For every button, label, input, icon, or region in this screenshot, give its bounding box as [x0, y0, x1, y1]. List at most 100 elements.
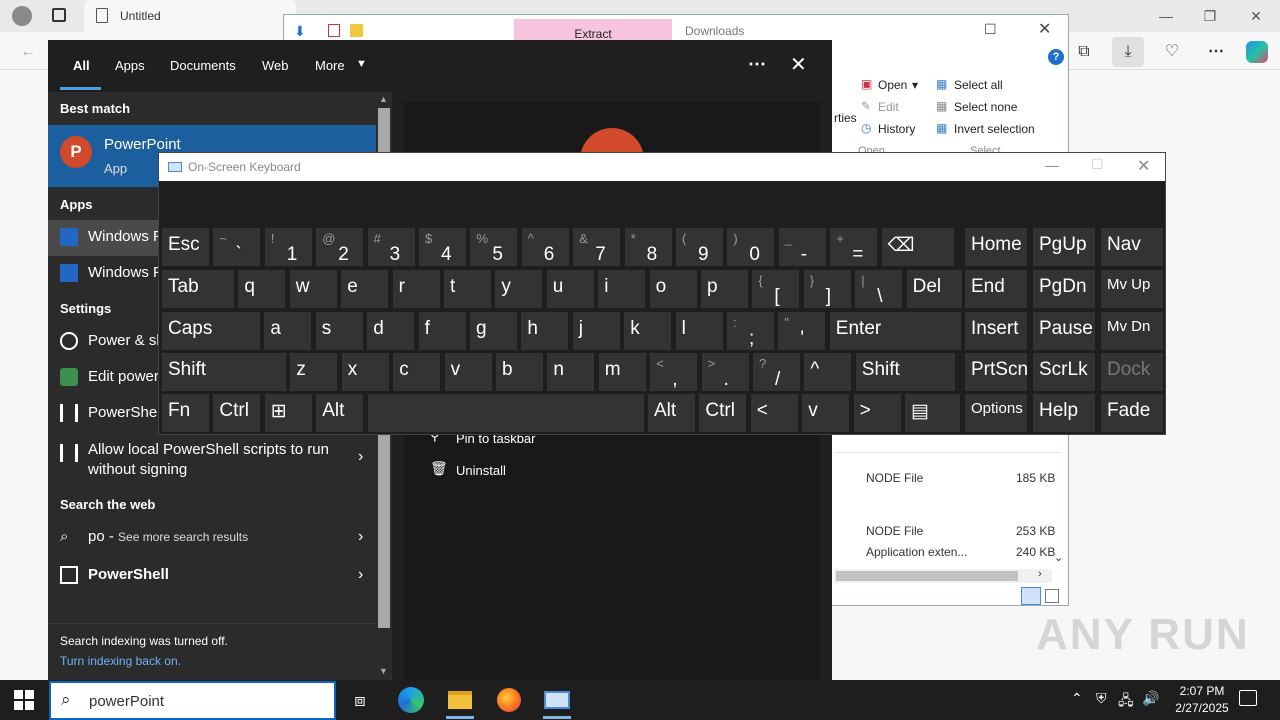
osk-key[interactable]: z	[290, 353, 338, 391]
osk-key[interactable]: v	[802, 394, 850, 432]
scroll-down-icon[interactable]: ⌄	[1054, 551, 1063, 564]
notification-icon[interactable]	[1239, 690, 1257, 706]
file-explorer-icon[interactable]	[444, 685, 476, 715]
web-search-po[interactable]: ⌕ po - See more search results ›	[48, 520, 376, 556]
select-none-button[interactable]: Select none	[954, 100, 1017, 114]
osk-key[interactable]: #3	[367, 228, 415, 266]
more-dropdown-icon[interactable]: ▼	[356, 58, 367, 70]
osk-nav-key[interactable]: Dock	[1101, 353, 1163, 391]
minimize-icon[interactable]: —	[1156, 6, 1176, 26]
osk-nav-key[interactable]: Options	[965, 394, 1027, 432]
explorer-close-icon[interactable]: ✕	[1038, 19, 1051, 39]
edge-icon[interactable]	[396, 685, 428, 715]
options-ellipsis-icon[interactable]: ⋯	[748, 54, 766, 75]
security-icon[interactable]: ⛨	[1096, 690, 1107, 707]
select-all-button[interactable]: Select all	[954, 78, 1003, 92]
profile-avatar[interactable]	[12, 6, 32, 26]
osk-key[interactable]: <,	[650, 353, 698, 391]
osk-key[interactable]: u	[546, 270, 594, 308]
osk-key[interactable]: :;	[727, 312, 774, 350]
large-icons-view-icon[interactable]	[1045, 589, 1059, 603]
osk-key[interactable]: t	[444, 270, 491, 308]
osk-key[interactable]: v	[444, 353, 492, 391]
scroll-right-icon[interactable]: ›	[1038, 568, 1042, 580]
osk-key[interactable]: b	[496, 353, 543, 391]
osk-key[interactable]: ! 1	[264, 228, 312, 266]
edit-button[interactable]: Edit	[878, 100, 899, 114]
osk-key[interactable]: (9	[676, 228, 723, 266]
osk-key[interactable]: g	[470, 312, 517, 350]
osk-key[interactable]: >.	[701, 353, 749, 391]
osk-key[interactable]: d	[367, 312, 415, 350]
osk-key[interactable]: Ctrl	[699, 394, 747, 432]
osk-key[interactable]: Shift	[162, 353, 286, 391]
osk-key[interactable]: o	[649, 270, 697, 308]
details-view-icon[interactable]	[1021, 587, 1041, 605]
osk-nav-key[interactable]: Insert	[965, 312, 1027, 350]
download-icon[interactable]: ⤓	[1116, 40, 1140, 64]
tab-documents[interactable]: Documents	[170, 58, 236, 73]
osk-key[interactable]: Alt	[316, 394, 364, 432]
scroll-down-icon[interactable]: ▼	[379, 666, 388, 676]
firefox-icon[interactable]	[493, 685, 525, 715]
osk-nav-key[interactable]: ScrLk	[1033, 353, 1095, 391]
open-button[interactable]: Open	[878, 78, 907, 92]
osk-key[interactable]: Shift	[855, 353, 955, 391]
osk-key[interactable]: h	[521, 312, 569, 350]
osk-key[interactable]: s	[315, 312, 363, 350]
osk-nav-key[interactable]: Pause	[1033, 312, 1095, 350]
tab-actions-icon[interactable]	[52, 8, 66, 22]
task-view-icon[interactable]: ⧈	[344, 685, 376, 715]
osk-key[interactable]: Enter	[829, 312, 961, 350]
scroll-up-icon[interactable]: ▲	[379, 94, 388, 104]
tab-all[interactable]: All	[73, 58, 90, 73]
collections-icon[interactable]: ⧉	[1072, 40, 1096, 64]
osk-key[interactable]: i	[598, 270, 646, 308]
web-result-powershell[interactable]: PowerShell ›	[48, 558, 376, 594]
copilot-icon[interactable]	[1246, 41, 1268, 63]
osk-nav-key[interactable]: Help	[1033, 394, 1095, 432]
osk-key[interactable]: + =	[830, 228, 878, 266]
search-input[interactable]: powerPoint	[89, 693, 164, 710]
on-screen-keyboard-taskbar-icon[interactable]	[541, 685, 573, 715]
osk-key[interactable]: >	[853, 394, 901, 432]
osk-key[interactable]: c	[393, 353, 441, 391]
osk-key[interactable]: f	[418, 312, 466, 350]
osk-key[interactable]: {[	[752, 270, 800, 308]
osk-key[interactable]: <	[750, 394, 798, 432]
history-button[interactable]: History	[878, 122, 915, 136]
osk-key[interactable]: }]	[803, 270, 851, 308]
osk-key[interactable]: ⊞	[264, 394, 312, 432]
osk-key[interactable]: r	[392, 270, 440, 308]
back-icon[interactable]: ←	[16, 40, 40, 64]
help-icon[interactable]: ?	[1048, 49, 1064, 65]
osk-nav-key[interactable]: End	[965, 270, 1027, 308]
osk-key[interactable]: Ctrl	[213, 394, 261, 432]
osk-nav-key[interactable]: PgUp	[1033, 228, 1095, 266]
osk-key[interactable]: x	[341, 353, 389, 391]
osk-maximize-icon[interactable]: ☐	[1091, 156, 1104, 173]
invert-selection-button[interactable]: Invert selection	[954, 122, 1035, 136]
osk-key[interactable]: & 7	[573, 228, 621, 266]
osk-key[interactable]: p	[701, 270, 748, 308]
osk-key[interactable]: % 5	[470, 228, 518, 266]
restore-icon[interactable]: ❐	[1200, 6, 1220, 26]
osk-key[interactable]: ? /	[753, 353, 800, 391]
osk-key[interactable]: ⌫	[881, 228, 954, 266]
show-hidden-icons-icon[interactable]: ⌃	[1071, 690, 1083, 707]
osk-key[interactable]: m	[598, 353, 646, 391]
osk-key[interactable]: k	[624, 312, 672, 350]
osk-key[interactable]: ~ `	[213, 228, 261, 266]
osk-key[interactable]: Caps	[162, 312, 260, 350]
osk-key[interactable]: a	[264, 312, 312, 350]
osk-nav-key[interactable]: Mv Dn	[1101, 312, 1163, 350]
tab-more[interactable]: More	[315, 58, 345, 73]
osk-key[interactable]: q	[238, 270, 286, 308]
osk-key[interactable]: Esc	[162, 228, 209, 266]
osk-key[interactable]: * 8	[624, 228, 672, 266]
tab-apps[interactable]: Apps	[115, 58, 145, 73]
osk-nav-key[interactable]: Mv Up	[1101, 270, 1163, 308]
explorer-restore-icon[interactable]: ☐	[984, 21, 997, 38]
osk-key[interactable]: ^	[804, 353, 852, 391]
osk-key[interactable]	[367, 394, 644, 432]
